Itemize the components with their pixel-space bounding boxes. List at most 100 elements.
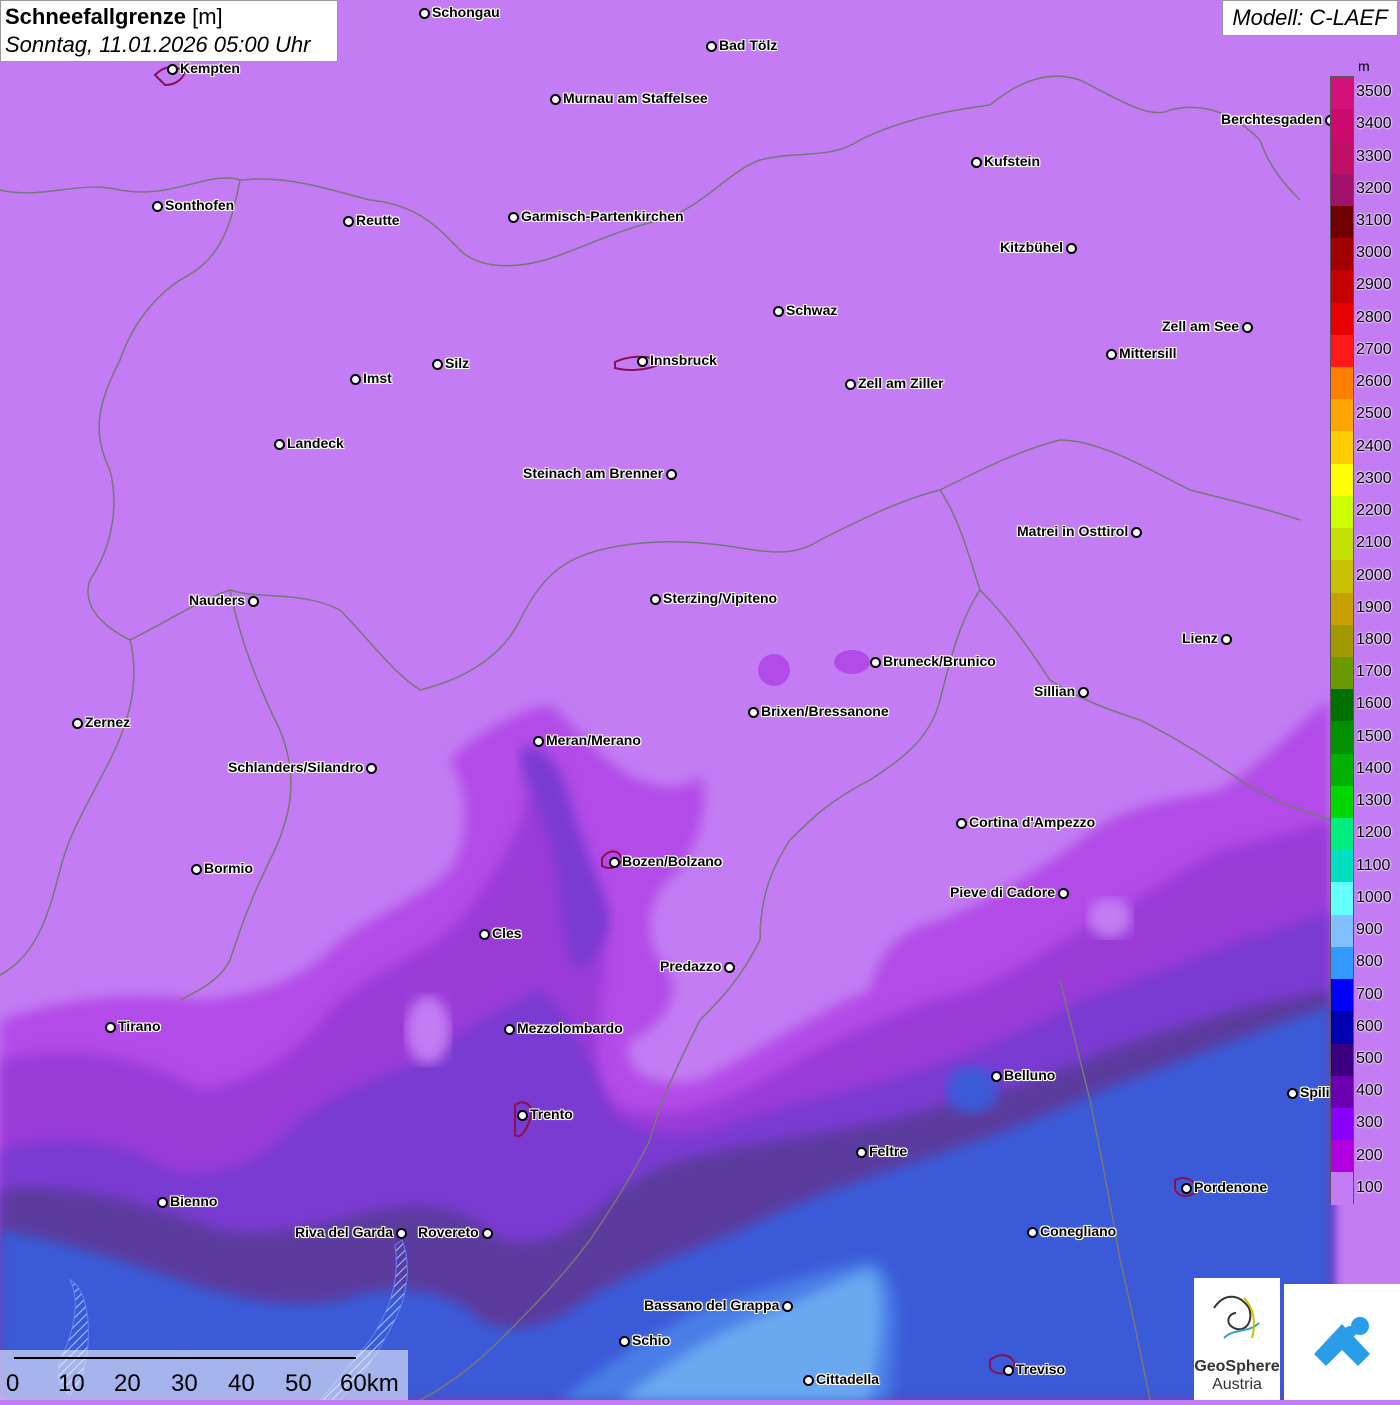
- city-label[interactable]: Bozen/Bolzano: [622, 853, 722, 869]
- city-marker[interactable]: [956, 818, 967, 829]
- city-marker[interactable]: [191, 864, 202, 875]
- city-marker[interactable]: [1242, 322, 1253, 333]
- city-marker[interactable]: [419, 8, 430, 19]
- city-label[interactable]: Treviso: [1016, 1361, 1065, 1377]
- city-marker[interactable]: [157, 1197, 168, 1208]
- city-marker[interactable]: [619, 1336, 630, 1347]
- city-marker[interactable]: [856, 1147, 867, 1158]
- city-label[interactable]: Reutte: [356, 212, 400, 228]
- city-label[interactable]: Conegliano: [1040, 1223, 1116, 1239]
- city-marker[interactable]: [366, 763, 377, 774]
- city-marker[interactable]: [1287, 1088, 1298, 1099]
- city-marker[interactable]: [1058, 888, 1069, 899]
- city-label[interactable]: Bienno: [170, 1193, 217, 1209]
- city-label[interactable]: Cittadella: [816, 1371, 879, 1387]
- city-marker[interactable]: [479, 929, 490, 940]
- city-label[interactable]: Zell am Ziller: [858, 375, 944, 391]
- city-marker[interactable]: [482, 1228, 493, 1239]
- city-marker[interactable]: [748, 707, 759, 718]
- city-label[interactable]: Silz: [445, 355, 469, 371]
- city-label[interactable]: Feltre: [869, 1143, 907, 1159]
- city-label[interactable]: Belluno: [1004, 1067, 1055, 1083]
- city-marker[interactable]: [1027, 1227, 1038, 1238]
- city-label[interactable]: Kempten: [180, 60, 240, 76]
- geosphere-emblem-icon: [1213, 1295, 1260, 1339]
- city-label[interactable]: Sillian: [1034, 683, 1075, 699]
- city-marker[interactable]: [152, 201, 163, 212]
- city-marker[interactable]: [650, 594, 661, 605]
- city-label[interactable]: Pordenone: [1194, 1179, 1267, 1195]
- city-marker[interactable]: [971, 157, 982, 168]
- city-marker[interactable]: [167, 64, 178, 75]
- city-marker[interactable]: [991, 1071, 1002, 1082]
- city-marker[interactable]: [1131, 527, 1142, 538]
- city-marker[interactable]: [72, 718, 83, 729]
- city-label[interactable]: Tirano: [118, 1018, 161, 1034]
- city-marker[interactable]: [637, 356, 648, 367]
- city-marker[interactable]: [773, 306, 784, 317]
- city-label[interactable]: Spili: [1300, 1084, 1330, 1100]
- city-label[interactable]: Imst: [363, 370, 392, 386]
- city-label[interactable]: Meran/Merano: [546, 732, 641, 748]
- city-marker[interactable]: [1078, 687, 1089, 698]
- city-label[interactable]: Rovereto: [418, 1224, 479, 1240]
- city-label[interactable]: Predazzo: [660, 958, 721, 974]
- city-marker[interactable]: [609, 857, 620, 868]
- city-marker[interactable]: [1066, 243, 1077, 254]
- city-marker[interactable]: [845, 379, 856, 390]
- city-marker[interactable]: [1181, 1183, 1192, 1194]
- city-marker[interactable]: [105, 1022, 116, 1033]
- city-label[interactable]: Riva del Garda: [295, 1224, 393, 1240]
- city-label[interactable]: Mittersill: [1119, 345, 1177, 361]
- city-marker[interactable]: [504, 1024, 515, 1035]
- city-marker[interactable]: [432, 359, 443, 370]
- city-marker[interactable]: [724, 962, 735, 973]
- city-label[interactable]: Schwaz: [786, 302, 837, 318]
- city-marker[interactable]: [666, 469, 677, 480]
- city-label[interactable]: Zernez: [85, 714, 130, 730]
- city-marker[interactable]: [350, 374, 361, 385]
- city-label[interactable]: Garmisch-Partenkirchen: [521, 208, 684, 224]
- city-label[interactable]: Schlanders/Silandro: [228, 759, 363, 775]
- city-marker[interactable]: [1003, 1365, 1014, 1376]
- city-label[interactable]: Sterzing/Vipiteno: [663, 590, 777, 606]
- city-marker[interactable]: [508, 212, 519, 223]
- city-label[interactable]: Bruneck/Brunico: [883, 653, 996, 669]
- city-label[interactable]: Schongau: [432, 4, 500, 20]
- city-marker[interactable]: [1221, 634, 1232, 645]
- city-label[interactable]: Mezzolombardo: [517, 1020, 623, 1036]
- city-label[interactable]: Innsbruck: [650, 352, 717, 368]
- city-label[interactable]: Cles: [492, 925, 522, 941]
- city-label[interactable]: Schio: [632, 1332, 670, 1348]
- city-label[interactable]: Zell am See: [1162, 318, 1239, 334]
- city-marker[interactable]: [396, 1228, 407, 1239]
- city-label[interactable]: Steinach am Brenner: [523, 465, 663, 481]
- city-marker[interactable]: [870, 657, 881, 668]
- city-marker[interactable]: [274, 439, 285, 450]
- city-label[interactable]: Trento: [530, 1106, 573, 1122]
- city-marker[interactable]: [550, 94, 561, 105]
- city-label[interactable]: Murnau am Staffelsee: [563, 90, 708, 106]
- city-label[interactable]: Bormio: [204, 860, 253, 876]
- city-label[interactable]: Bassano del Grappa: [644, 1297, 779, 1313]
- city-label[interactable]: Sonthofen: [165, 197, 234, 213]
- city-label[interactable]: Cortina d'Ampezzo: [969, 814, 1095, 830]
- city-marker[interactable]: [1106, 349, 1117, 360]
- city-marker[interactable]: [803, 1375, 814, 1386]
- city-marker[interactable]: [517, 1110, 528, 1121]
- city-label[interactable]: Kufstein: [984, 153, 1040, 169]
- city-marker[interactable]: [343, 216, 354, 227]
- city-label[interactable]: Pieve di Cadore: [950, 884, 1055, 900]
- city-label[interactable]: Berchtesgaden: [1221, 111, 1322, 127]
- city-label[interactable]: Landeck: [287, 435, 344, 451]
- city-label[interactable]: Bad Tölz: [719, 37, 777, 53]
- city-label[interactable]: Lienz: [1182, 630, 1218, 646]
- city-label[interactable]: Nauders: [189, 592, 245, 608]
- city-label[interactable]: Matrei in Osttirol: [1017, 523, 1128, 539]
- city-marker[interactable]: [533, 736, 544, 747]
- city-label[interactable]: Brixen/Bressanone: [761, 703, 889, 719]
- city-marker[interactable]: [248, 596, 259, 607]
- city-marker[interactable]: [782, 1301, 793, 1312]
- city-marker[interactable]: [706, 41, 717, 52]
- city-label[interactable]: Kitzbühel: [1000, 239, 1063, 255]
